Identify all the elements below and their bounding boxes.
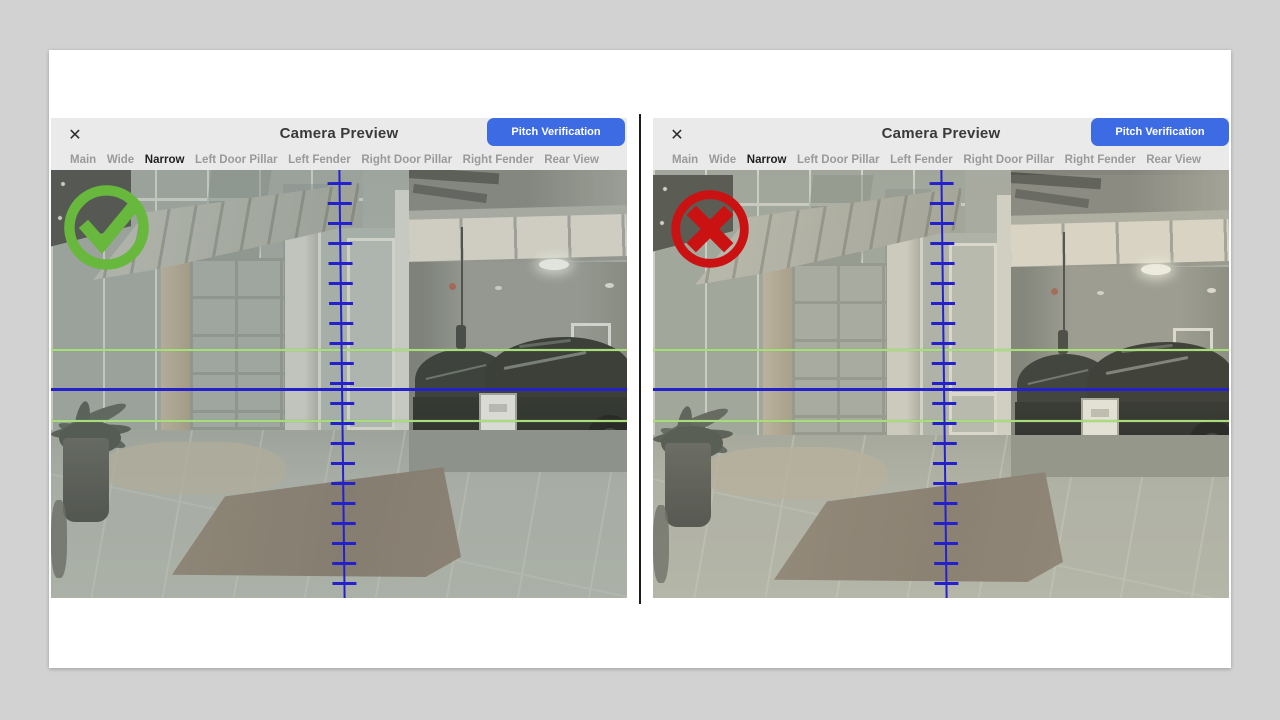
tab-narrow[interactable]: Narrow xyxy=(747,154,787,166)
tab-main[interactable]: Main xyxy=(70,154,96,166)
camera-preview-panel-pass: ✕ Camera Preview Pitch Verification Main… xyxy=(51,118,627,598)
garage-photo xyxy=(51,170,627,598)
tab-right-fender[interactable]: Right Fender xyxy=(1065,154,1136,166)
tab-main[interactable]: Main xyxy=(672,154,698,166)
camera-preview-panel-fail: ✕ Camera Preview Pitch Verification Main… xyxy=(653,118,1229,598)
camera-image xyxy=(653,170,1229,598)
tab-rear-view[interactable]: Rear View xyxy=(1146,154,1201,166)
camera-image xyxy=(51,170,627,598)
panel-divider xyxy=(639,114,641,604)
tab-left-fender[interactable]: Left Fender xyxy=(288,154,351,166)
camera-tab-bar: Main Wide Narrow Left Door Pillar Left F… xyxy=(51,151,627,169)
tab-right-door-pillar[interactable]: Right Door Pillar xyxy=(963,154,1054,166)
tab-wide[interactable]: Wide xyxy=(709,154,736,166)
tab-right-door-pillar[interactable]: Right Door Pillar xyxy=(361,154,452,166)
tab-right-fender[interactable]: Right Fender xyxy=(463,154,534,166)
camera-tab-bar: Main Wide Narrow Left Door Pillar Left F… xyxy=(653,151,1229,169)
pitch-verification-button[interactable]: Pitch Verification xyxy=(487,118,625,146)
panel-header: ✕ Camera Preview Pitch Verification Main… xyxy=(653,118,1229,170)
pitch-verification-button[interactable]: Pitch Verification xyxy=(1091,118,1229,146)
photo-tint-overlay xyxy=(51,170,627,598)
tab-narrow[interactable]: Narrow xyxy=(145,154,185,166)
tab-rear-view[interactable]: Rear View xyxy=(544,154,599,166)
tab-wide[interactable]: Wide xyxy=(107,154,134,166)
tab-left-door-pillar[interactable]: Left Door Pillar xyxy=(797,154,879,166)
tab-left-door-pillar[interactable]: Left Door Pillar xyxy=(195,154,277,166)
tab-left-fender[interactable]: Left Fender xyxy=(890,154,953,166)
garage-photo xyxy=(653,175,1229,598)
photo-tint-overlay xyxy=(653,175,1229,598)
panel-header: ✕ Camera Preview Pitch Verification Main… xyxy=(51,118,627,170)
